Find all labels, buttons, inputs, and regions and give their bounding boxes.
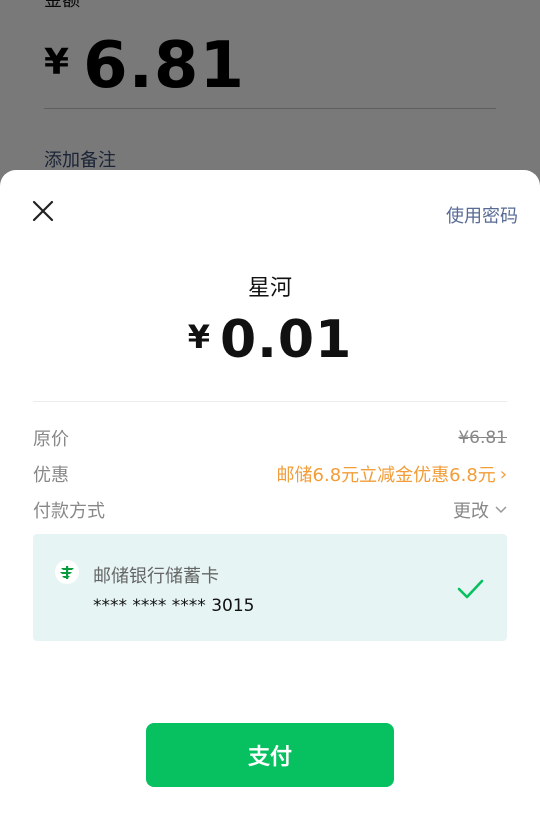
discount-row: 优惠 邮储6.8元立减金优惠6.8元 › — [33, 461, 507, 487]
merchant-name: 星河 — [247, 276, 292, 301]
close-icon — [32, 200, 54, 222]
payment-sheet: 使用密码 星河 ¥ 0.01 原价 ¥6.81 优惠 邮储6.8元立减金优惠6.… — [0, 170, 540, 837]
change-label: 更改 — [453, 501, 489, 522]
original-price-row: 原价 ¥6.81 — [33, 425, 507, 451]
amount-value: 0.01 — [219, 310, 353, 370]
currency-symbol: ¥ — [187, 318, 210, 356]
discount-selector[interactable]: 邮储6.8元立减金优惠6.8元 › — [277, 461, 507, 487]
divider — [33, 401, 507, 402]
pay-button[interactable]: 支付 — [146, 723, 394, 787]
checkmark-icon — [457, 579, 484, 599]
discount-label: 优惠 — [33, 465, 69, 486]
bank-logo-icon — [55, 560, 79, 584]
payment-method-label: 付款方式 — [33, 501, 105, 522]
original-price-label: 原价 — [33, 429, 69, 450]
use-password-link[interactable]: 使用密码 — [446, 202, 518, 228]
chevron-down-icon — [495, 506, 507, 514]
original-price-value: ¥6.81 — [458, 428, 507, 448]
discount-value: 邮储6.8元立减金优惠6.8元 — [276, 465, 496, 486]
card-number: **** **** **** 3015 — [93, 596, 255, 616]
close-button[interactable] — [28, 196, 58, 226]
payment-method-row: 付款方式 更改 — [33, 497, 507, 523]
payment-card-option[interactable]: 邮储银行储蓄卡 **** **** **** 3015 — [33, 534, 507, 641]
bank-name: 邮储银行储蓄卡 — [93, 566, 219, 587]
chevron-right-icon: › — [499, 463, 507, 485]
change-payment-button[interactable]: 更改 — [453, 497, 507, 523]
payment-amount: ¥ 0.01 — [0, 310, 540, 370]
